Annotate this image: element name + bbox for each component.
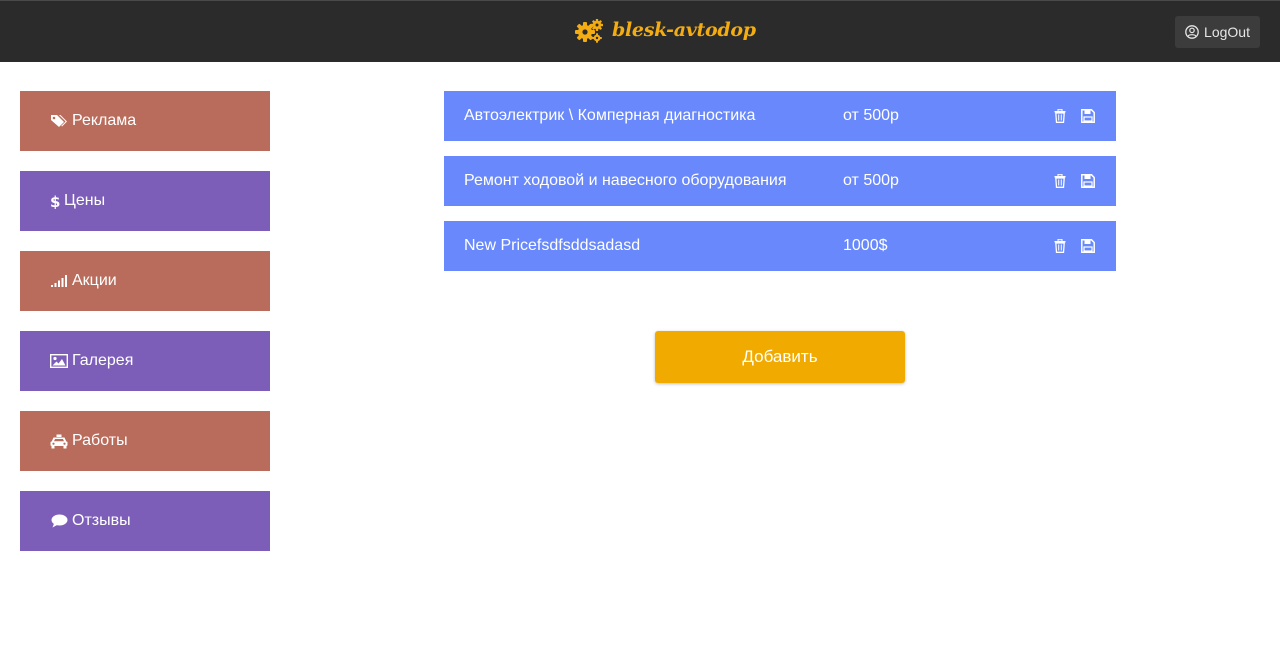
- price-value[interactable]: от 500р: [843, 91, 899, 141]
- floppy-disk-icon[interactable]: [1080, 107, 1096, 125]
- trash-icon[interactable]: [1052, 237, 1068, 255]
- price-name[interactable]: Автоэлектрик \ Комперная диагностика: [464, 91, 755, 141]
- sidebar-item-prices[interactable]: $ Цены: [20, 171, 270, 231]
- brand-name: blesk-avtodop: [612, 19, 756, 41]
- trash-icon[interactable]: [1052, 172, 1068, 190]
- sidebar-item-label: Цены: [64, 192, 106, 209]
- floppy-disk-icon[interactable]: [1080, 172, 1096, 190]
- gears-icon: [574, 17, 604, 43]
- sidebar-item-label: Реклама: [72, 112, 137, 129]
- price-row: New Pricefsdfsddsadasd 1000$: [444, 221, 1116, 271]
- dollar-icon: $: [50, 193, 60, 209]
- sidebar-item-promotions[interactable]: Акции: [20, 251, 270, 311]
- sidebar-item-label: Работы: [72, 432, 128, 449]
- comment-icon: [50, 513, 68, 529]
- top-navbar: blesk-avtodop LogOut: [0, 0, 1280, 62]
- price-name[interactable]: New Pricefsdfsddsadasd: [464, 221, 640, 271]
- image-icon: [50, 353, 68, 369]
- add-button[interactable]: Добавить: [655, 331, 905, 383]
- price-name[interactable]: Ремонт ходовой и навесного оборудования: [464, 156, 787, 206]
- user-circle-icon: [1185, 25, 1199, 39]
- price-value[interactable]: 1000$: [843, 221, 888, 271]
- sidebar-item-advertising[interactable]: Реклама: [20, 91, 270, 151]
- svg-text:$: $: [50, 193, 60, 209]
- sidebar-item-gallery[interactable]: Галерея: [20, 331, 270, 391]
- signal-icon: [50, 273, 68, 289]
- taxi-icon: [50, 433, 68, 449]
- sidebar-item-works[interactable]: Работы: [20, 411, 270, 471]
- trash-icon[interactable]: [1052, 107, 1068, 125]
- floppy-disk-icon[interactable]: [1080, 237, 1096, 255]
- sidebar-item-label: Акции: [72, 272, 117, 289]
- logout-label: LogOut: [1204, 24, 1250, 40]
- logout-button[interactable]: LogOut: [1175, 16, 1260, 48]
- price-row: Ремонт ходовой и навесного оборудования …: [444, 156, 1116, 206]
- brand[interactable]: blesk-avtodop: [574, 13, 756, 47]
- tags-icon: [50, 113, 68, 129]
- sidebar-item-label: Галерея: [72, 352, 134, 369]
- price-row: Автоэлектрик \ Комперная диагностика от …: [444, 91, 1116, 141]
- price-value[interactable]: от 500р: [843, 156, 899, 206]
- sidebar-item-reviews[interactable]: Отзывы: [20, 491, 270, 551]
- sidebar-item-label: Отзывы: [72, 512, 131, 529]
